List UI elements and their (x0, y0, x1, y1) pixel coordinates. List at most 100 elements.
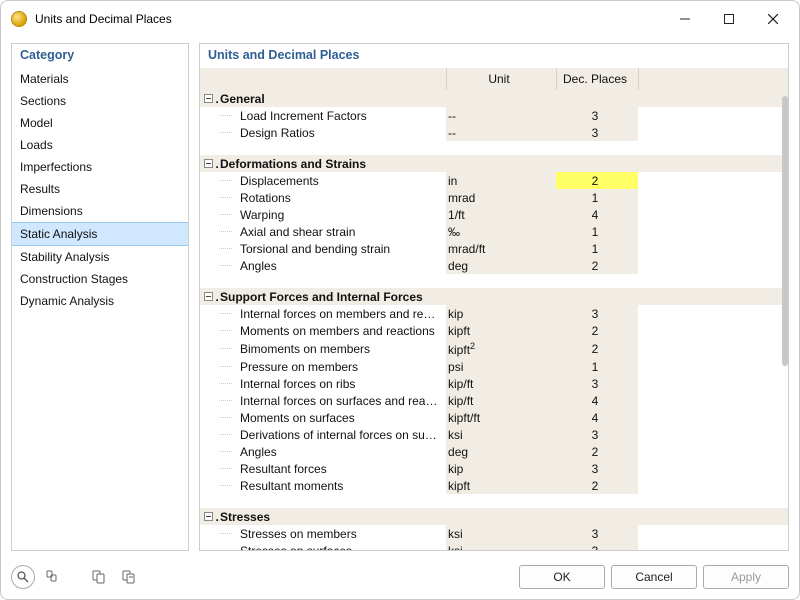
close-button[interactable] (751, 5, 795, 33)
ok-button[interactable]: OK (519, 565, 605, 589)
row-unit[interactable]: kip (446, 460, 556, 477)
row-dec[interactable]: 3 (556, 525, 638, 542)
row-dec[interactable]: 3 (556, 107, 638, 124)
row-dec[interactable]: 2 (556, 443, 638, 460)
table-row[interactable]: Internal forces on surfaces and reacti..… (200, 392, 788, 409)
row-dec[interactable]: 3 (556, 375, 638, 392)
row-unit[interactable]: deg (446, 257, 556, 274)
row-unit[interactable]: kip/ft (446, 375, 556, 392)
row-dec[interactable]: 1 (556, 189, 638, 206)
row-dec[interactable]: 4 (556, 392, 638, 409)
row-unit[interactable]: kipft2 (446, 339, 556, 358)
copy-button[interactable] (87, 565, 111, 589)
settings-button[interactable] (41, 565, 65, 589)
apply-button[interactable]: Apply (703, 565, 789, 589)
group-row[interactable]: General (200, 90, 788, 107)
row-unit[interactable]: psi (446, 358, 556, 375)
col-header-rest (638, 68, 788, 90)
row-unit[interactable]: kipft/ft (446, 409, 556, 426)
row-label: Moments on members and reactions (238, 322, 446, 339)
collapse-icon[interactable] (204, 159, 213, 168)
table-row[interactable]: Resultant forceskip3 (200, 460, 788, 477)
row-unit[interactable]: ksi (446, 426, 556, 443)
help-button[interactable] (11, 565, 35, 589)
row-dec[interactable]: 3 (556, 426, 638, 443)
category-item[interactable]: Construction Stages (12, 268, 188, 290)
table-row[interactable]: Internal forces on members and reacti...… (200, 305, 788, 322)
row-dec[interactable]: 4 (556, 206, 638, 223)
row-dec[interactable]: 2 (556, 339, 638, 358)
table-row[interactable]: Moments on surfaceskipft/ft4 (200, 409, 788, 426)
table-row[interactable]: Moments on members and reactionskipft2 (200, 322, 788, 339)
table-row[interactable]: Design Ratios--3 (200, 124, 788, 141)
table-row[interactable]: Derivations of internal forces on surf..… (200, 426, 788, 443)
row-label: Angles (238, 443, 446, 460)
row-unit[interactable]: 1/ft (446, 206, 556, 223)
table-row[interactable]: Load Increment Factors--3 (200, 107, 788, 124)
row-dec[interactable]: 3 (556, 124, 638, 141)
row-unit[interactable]: kip/ft (446, 392, 556, 409)
row-dec[interactable]: 2 (556, 172, 638, 189)
category-item[interactable]: Model (12, 112, 188, 134)
row-unit[interactable]: ksi (446, 542, 556, 550)
table-row[interactable]: Stresses on surfacesksi3 (200, 542, 788, 550)
category-item[interactable]: Static Analysis (12, 222, 188, 246)
row-dec[interactable]: 1 (556, 358, 638, 375)
row-unit[interactable]: mrad (446, 189, 556, 206)
category-item[interactable]: Results (12, 178, 188, 200)
row-unit[interactable]: -- (446, 124, 556, 141)
units-grid[interactable]: Unit Dec. Places GeneralLoad Increment F… (200, 68, 788, 550)
group-row[interactable]: Stresses (200, 508, 788, 525)
group-row[interactable]: Support Forces and Internal Forces (200, 288, 788, 305)
row-dec[interactable]: 3 (556, 305, 638, 322)
table-row[interactable]: Axial and shear strain‰1 (200, 223, 788, 240)
row-unit[interactable]: deg (446, 443, 556, 460)
row-dec[interactable]: 2 (556, 257, 638, 274)
category-item[interactable]: Dynamic Analysis (12, 290, 188, 312)
row-unit[interactable]: ‰ (446, 223, 556, 240)
table-row[interactable]: Displacementsin2 (200, 172, 788, 189)
cancel-button[interactable]: Cancel (611, 565, 697, 589)
table-row[interactable]: Warping1/ft4 (200, 206, 788, 223)
row-unit[interactable]: kip (446, 305, 556, 322)
row-dec[interactable]: 2 (556, 477, 638, 494)
row-unit[interactable]: mrad/ft (446, 240, 556, 257)
collapse-icon[interactable] (204, 94, 213, 103)
row-label: Stresses on members (238, 525, 446, 542)
table-row[interactable]: Torsional and bending strainmrad/ft1 (200, 240, 788, 257)
category-item[interactable]: Loads (12, 134, 188, 156)
table-row[interactable]: Pressure on memberspsi1 (200, 358, 788, 375)
row-dec[interactable]: 3 (556, 460, 638, 477)
scrollbar[interactable] (782, 96, 788, 366)
collapse-icon[interactable] (204, 512, 213, 521)
collapse-icon[interactable] (204, 292, 213, 301)
row-unit[interactable]: ksi (446, 525, 556, 542)
table-row[interactable]: Internal forces on ribskip/ft3 (200, 375, 788, 392)
category-item[interactable]: Stability Analysis (12, 246, 188, 268)
category-item[interactable]: Materials (12, 68, 188, 90)
row-dec[interactable]: 4 (556, 409, 638, 426)
table-row[interactable]: Anglesdeg2 (200, 257, 788, 274)
table-row[interactable]: Anglesdeg2 (200, 443, 788, 460)
row-label: Pressure on members (238, 358, 446, 375)
row-dec[interactable]: 2 (556, 322, 638, 339)
category-item[interactable]: Imperfections (12, 156, 188, 178)
category-item[interactable]: Dimensions (12, 200, 188, 222)
row-unit[interactable]: kipft (446, 322, 556, 339)
table-row[interactable]: Rotationsmrad1 (200, 189, 788, 206)
row-unit[interactable]: -- (446, 107, 556, 124)
row-unit[interactable]: in (446, 172, 556, 189)
row-label: Rotations (238, 189, 446, 206)
category-item[interactable]: Sections (12, 90, 188, 112)
paste-button[interactable] (117, 565, 141, 589)
minimize-button[interactable] (663, 5, 707, 33)
row-dec[interactable]: 1 (556, 240, 638, 257)
row-unit[interactable]: kipft (446, 477, 556, 494)
row-dec[interactable]: 1 (556, 223, 638, 240)
group-row[interactable]: Deformations and Strains (200, 155, 788, 172)
table-row[interactable]: Resultant momentskipft2 (200, 477, 788, 494)
table-row[interactable]: Stresses on membersksi3 (200, 525, 788, 542)
table-row[interactable]: Bimoments on memberskipft22 (200, 339, 788, 358)
row-dec[interactable]: 3 (556, 542, 638, 550)
maximize-button[interactable] (707, 5, 751, 33)
